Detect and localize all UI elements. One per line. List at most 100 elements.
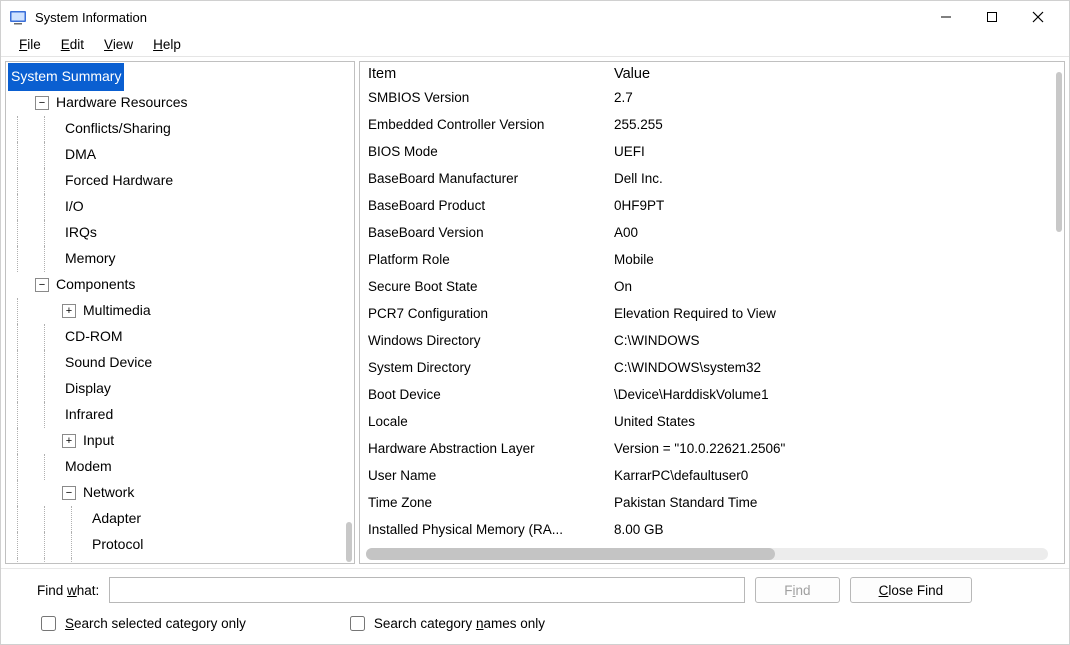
content-area: System Summary − Hardware Resources Conf… (1, 57, 1069, 568)
details-item: Secure Boot State (368, 279, 614, 294)
details-value: United States (614, 414, 1056, 429)
details-vscrollbar[interactable] (1056, 72, 1062, 232)
details-row[interactable]: BaseBoard Product0HF9PT (368, 192, 1056, 219)
details-item: SMBIOS Version (368, 90, 614, 105)
collapse-icon[interactable]: − (35, 278, 49, 292)
search-selected-category-checkbox[interactable]: Search selected category only (37, 613, 246, 634)
details-row[interactable]: PCR7 ConfigurationElevation Required to … (368, 300, 1056, 327)
expand-icon[interactable]: + (62, 434, 76, 448)
tree-label: Components (53, 271, 138, 299)
details-item: Installed Physical Memory (RA... (368, 522, 614, 537)
tree-item[interactable]: Conflicts/Sharing (8, 116, 352, 142)
menu-view[interactable]: View (94, 35, 143, 54)
column-header-value[interactable]: Value (614, 66, 650, 82)
details-item: Boot Device (368, 387, 614, 402)
tree-components[interactable]: − Components (8, 272, 352, 298)
details-value: C:\WINDOWS (614, 333, 1056, 348)
collapse-icon[interactable]: − (62, 486, 76, 500)
details-item: System Directory (368, 360, 614, 375)
details-row[interactable]: Installed Physical Memory (RA...8.00 GB (368, 516, 1056, 543)
tree-item[interactable]: I/O (8, 194, 352, 220)
expand-icon[interactable]: + (62, 304, 76, 318)
find-input[interactable] (109, 577, 745, 603)
details-value: 0HF9PT (614, 198, 1056, 213)
maximize-button[interactable] (969, 1, 1015, 33)
details-item: Time Zone (368, 495, 614, 510)
details-row[interactable]: SMBIOS Version2.7 (368, 84, 1056, 111)
details-value: C:\WINDOWS\system32 (614, 360, 1056, 375)
details-value: Pakistan Standard Time (614, 495, 1056, 510)
details-list[interactable]: SMBIOS Version2.7Embedded Controller Ver… (360, 84, 1064, 551)
tree-item[interactable]: Forced Hardware (8, 168, 352, 194)
details-row[interactable]: Platform RoleMobile (368, 246, 1056, 273)
checkbox-input[interactable] (41, 616, 56, 631)
scrollbar-thumb[interactable] (366, 548, 775, 560)
tree-system-summary[interactable]: System Summary (8, 64, 352, 90)
details-row[interactable]: Hardware Abstraction LayerVersion = "10.… (368, 435, 1056, 462)
checkbox-input[interactable] (350, 616, 365, 631)
find-label: Find what: (37, 583, 99, 598)
details-row[interactable]: Embedded Controller Version255.255 (368, 111, 1056, 138)
details-item: BaseBoard Product (368, 198, 614, 213)
tree-item[interactable]: Infrared (8, 402, 352, 428)
tree-item[interactable]: Memory (8, 246, 352, 272)
tree-pane: System Summary − Hardware Resources Conf… (5, 61, 355, 564)
tree-item[interactable]: CD-ROM (8, 324, 352, 350)
details-item: PCR7 Configuration (368, 306, 614, 321)
tree-item[interactable]: Adapter (8, 506, 352, 532)
find-button[interactable]: Find (755, 577, 839, 603)
details-value: Version = "10.0.22621.2506" (614, 441, 1056, 456)
details-item: BaseBoard Manufacturer (368, 171, 614, 186)
collapse-icon[interactable]: − (35, 96, 49, 110)
details-hscrollbar[interactable] (366, 548, 1048, 560)
menu-edit[interactable]: Edit (51, 35, 94, 54)
details-item: BaseBoard Version (368, 225, 614, 240)
category-tree[interactable]: System Summary − Hardware Resources Conf… (6, 62, 354, 563)
details-item: User Name (368, 468, 614, 483)
tree-input[interactable]: +Input (8, 428, 352, 454)
menubar: File Edit View Help (1, 33, 1069, 57)
tree-network[interactable]: −Network (8, 480, 352, 506)
close-find-button[interactable]: Close Find (850, 577, 973, 603)
details-row[interactable]: BIOS ModeUEFI (368, 138, 1056, 165)
tree-item[interactable]: Modem (8, 454, 352, 480)
minimize-button[interactable] (923, 1, 969, 33)
details-row[interactable]: BaseBoard ManufacturerDell Inc. (368, 165, 1056, 192)
window-title: System Information (35, 10, 147, 25)
details-value: Dell Inc. (614, 171, 1056, 186)
details-row[interactable]: Time ZonePakistan Standard Time (368, 489, 1056, 516)
tree-multimedia[interactable]: +Multimedia (8, 298, 352, 324)
details-value: A00 (614, 225, 1056, 240)
details-row[interactable]: Boot Device\Device\HarddiskVolume1 (368, 381, 1056, 408)
system-information-window: System Information File Edit View Help S… (0, 0, 1070, 645)
app-icon (9, 8, 27, 26)
tree-item[interactable]: WinSock (8, 558, 352, 563)
details-row[interactable]: Windows DirectoryC:\WINDOWS (368, 327, 1056, 354)
details-value: \Device\HarddiskVolume1 (614, 387, 1056, 402)
tree-scrollbar[interactable] (346, 522, 352, 562)
details-header: Item Value (360, 62, 1064, 84)
menu-file[interactable]: File (9, 35, 51, 54)
details-value: UEFI (614, 144, 1056, 159)
tree-item[interactable]: Protocol (8, 532, 352, 558)
find-panel: Find what: Find Close Find Search select… (1, 568, 1069, 644)
titlebar: System Information (1, 1, 1069, 33)
tree-item[interactable]: Sound Device (8, 350, 352, 376)
search-category-names-checkbox[interactable]: Search category names only (346, 613, 545, 634)
menu-help[interactable]: Help (143, 35, 191, 54)
close-button[interactable] (1015, 1, 1061, 33)
tree-item[interactable]: IRQs (8, 220, 352, 246)
details-item: Locale (368, 414, 614, 429)
tree-hardware-resources[interactable]: − Hardware Resources (8, 90, 352, 116)
column-header-item[interactable]: Item (368, 66, 614, 82)
details-item: Hardware Abstraction Layer (368, 441, 614, 456)
details-row[interactable]: LocaleUnited States (368, 408, 1056, 435)
details-row[interactable]: BaseBoard VersionA00 (368, 219, 1056, 246)
details-row[interactable]: User NameKarrarPC\defaultuser0 (368, 462, 1056, 489)
tree-item[interactable]: Display (8, 376, 352, 402)
tree-item[interactable]: DMA (8, 142, 352, 168)
details-row[interactable]: System DirectoryC:\WINDOWS\system32 (368, 354, 1056, 381)
details-item: Platform Role (368, 252, 614, 267)
details-row[interactable]: Secure Boot StateOn (368, 273, 1056, 300)
details-value: 2.7 (614, 90, 1056, 105)
